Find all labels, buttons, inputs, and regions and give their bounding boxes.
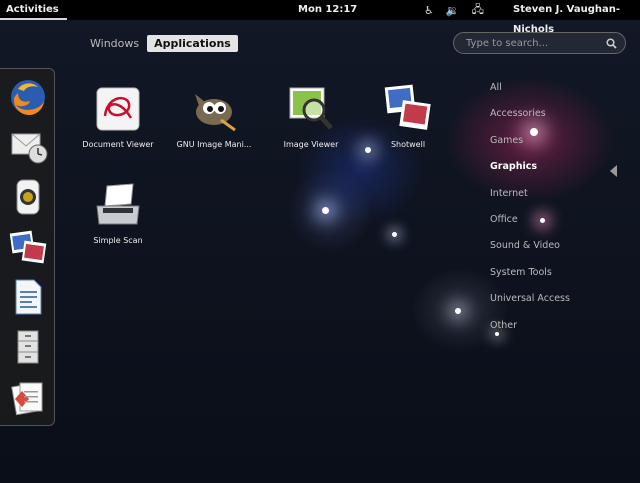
libreoffice-writer-icon[interactable]	[8, 277, 48, 317]
app-label: Document Viewer	[73, 140, 163, 149]
category-list: All Accessories Games Graphics Internet …	[490, 82, 570, 346]
shotwell-icon[interactable]	[8, 227, 48, 267]
scanner-icon	[93, 180, 143, 230]
accessibility-icon[interactable]: ♿	[424, 4, 434, 17]
app-gimp[interactable]: GNU Image Mani...	[169, 84, 259, 149]
category-graphics[interactable]: Graphics	[490, 161, 570, 187]
firework-sparkle	[322, 207, 329, 214]
firefox-icon[interactable]	[8, 77, 48, 117]
network-icon[interactable]: 🖧	[472, 1, 484, 20]
tab-windows[interactable]: Windows	[88, 35, 141, 52]
category-other[interactable]: Other	[490, 320, 570, 346]
selected-category-indicator-icon	[610, 165, 617, 177]
category-system-tools[interactable]: System Tools	[490, 267, 570, 293]
gimp-icon	[189, 84, 239, 134]
document-viewer-icon	[93, 84, 143, 134]
firework-sparkle	[392, 232, 397, 237]
app-shotwell[interactable]: Shotwell	[363, 84, 453, 149]
dash	[0, 68, 55, 426]
clock[interactable]: Mon 12:17	[298, 0, 357, 20]
image-viewer-icon	[286, 84, 336, 134]
rhythmbox-icon[interactable]	[8, 177, 48, 217]
app-simple-scan[interactable]: Simple Scan	[73, 180, 163, 245]
category-universal-access[interactable]: Universal Access	[490, 293, 570, 319]
view-switcher: Windows Applications	[88, 35, 238, 52]
shotwell-icon	[383, 84, 433, 134]
app-label: Simple Scan	[73, 236, 163, 245]
search-input[interactable]	[464, 37, 606, 50]
system-tray: ♿ 🔉 🖧	[424, 0, 484, 20]
app-image-viewer[interactable]: Image Viewer	[266, 84, 356, 149]
category-accessories[interactable]: Accessories	[490, 108, 570, 134]
app-label: Image Viewer	[266, 140, 356, 149]
app-label: GNU Image Mani...	[169, 140, 259, 149]
app-label: Shotwell	[363, 140, 453, 149]
firework-sparkle	[455, 308, 461, 314]
user-menu[interactable]: Steven J. Vaughan-Nichols	[513, 0, 640, 20]
category-games[interactable]: Games	[490, 135, 570, 161]
activities-button[interactable]: Activities	[0, 0, 67, 20]
top-bar: Activities Mon 12:17 ♿ 🔉 🖧 Steven J. Vau…	[0, 0, 640, 20]
category-office[interactable]: Office	[490, 214, 570, 240]
category-sound-video[interactable]: Sound & Video	[490, 240, 570, 266]
category-all[interactable]: All	[490, 82, 570, 108]
search-icon	[606, 38, 617, 49]
volume-icon[interactable]: 🔉	[446, 4, 460, 17]
tab-applications[interactable]: Applications	[147, 35, 238, 52]
file-cabinet-icon[interactable]	[8, 327, 48, 367]
evolution-mail-icon[interactable]	[8, 126, 48, 166]
documents-icon[interactable]	[8, 377, 48, 417]
search-box[interactable]	[453, 32, 626, 54]
app-document-viewer[interactable]: Document Viewer	[73, 84, 163, 149]
category-internet[interactable]: Internet	[490, 188, 570, 214]
